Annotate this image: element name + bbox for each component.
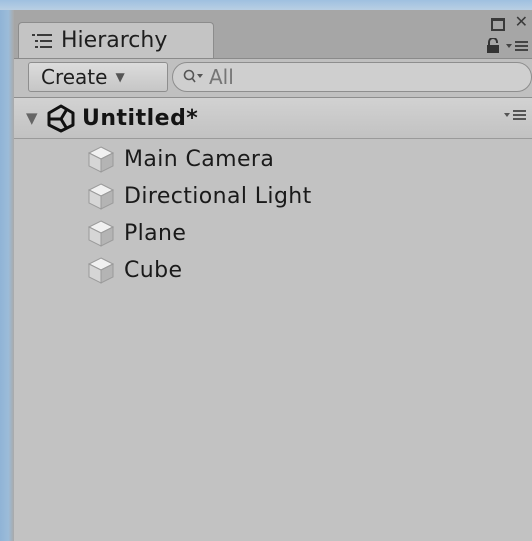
search-icon[interactable] [183, 69, 205, 85]
item-label: Cube [124, 257, 183, 283]
scene-header[interactable]: ▼ Untitled* [14, 98, 532, 139]
dropdown-arrow-icon: ▼ [115, 70, 125, 84]
list-item[interactable]: Cube [86, 252, 182, 288]
scene-name: Untitled* [82, 105, 199, 131]
maximize-icon[interactable] [490, 18, 505, 31]
panel-options [486, 38, 528, 54]
create-label: Create [41, 65, 108, 89]
hierarchy-list: Main Camera Directional Light Plane Cube [14, 139, 532, 541]
gameobject-cube-icon [87, 257, 115, 284]
close-icon[interactable]: ✕ [515, 12, 528, 31]
gameobject-cube-icon [87, 220, 115, 247]
list-item[interactable]: Directional Light [86, 178, 312, 214]
scene-menu-icon[interactable] [504, 108, 526, 122]
item-label: Directional Light [124, 183, 312, 209]
item-label: Plane [124, 220, 187, 246]
create-button[interactable]: Create ▼ [28, 62, 168, 92]
search-field[interactable] [172, 62, 532, 92]
list-icon [32, 33, 52, 48]
expand-arrow-icon[interactable]: ▼ [26, 109, 46, 127]
window-top-border [0, 0, 532, 10]
item-label: Main Camera [124, 146, 275, 172]
hierarchy-toolbar: Create ▼ [14, 59, 532, 98]
panel-menu-icon[interactable] [506, 39, 528, 53]
tab-bar: Hierarchy ✕ [14, 10, 532, 59]
hierarchy-window: Hierarchy ✕ Create ▼ All ▼ Untitled* Mai… [0, 0, 532, 541]
window-controls: ✕ [490, 12, 528, 31]
tab-hierarchy[interactable]: Hierarchy [18, 22, 214, 58]
gameobject-cube-icon [87, 183, 115, 210]
search-input[interactable] [209, 65, 509, 89]
unity-scene-icon [47, 104, 75, 133]
tab-label: Hierarchy [61, 28, 168, 53]
list-item[interactable]: Plane [86, 215, 186, 251]
window-border [0, 0, 14, 541]
gameobject-cube-icon [87, 146, 115, 173]
lock-icon[interactable] [486, 38, 500, 54]
list-item[interactable]: Main Camera [86, 141, 274, 177]
